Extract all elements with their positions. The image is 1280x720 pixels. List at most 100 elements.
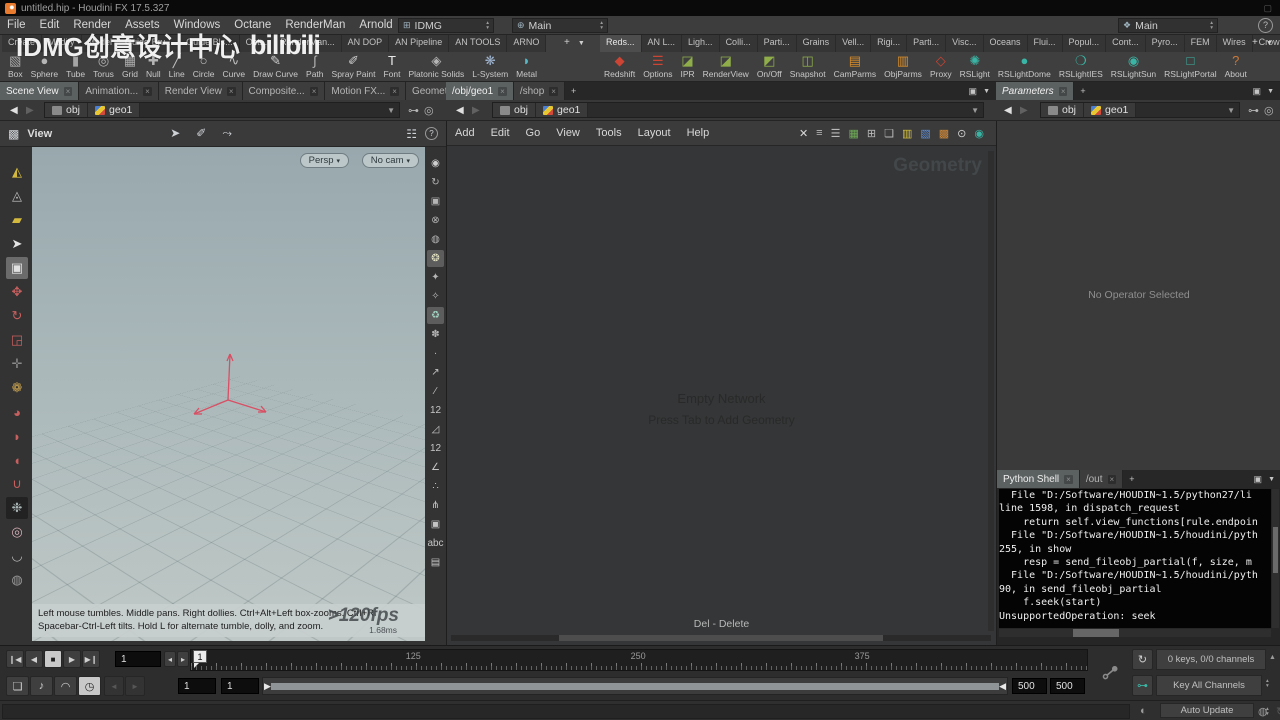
menu-item[interactable]: Edit (33, 19, 67, 31)
viewport-tool-button[interactable]: ∪ (6, 473, 28, 495)
viewport-tool-button[interactable]: ◬ (6, 185, 28, 207)
pane-tab[interactable]: /shop × (513, 82, 565, 100)
display-option-button[interactable]: ▣ (427, 516, 444, 533)
shelf-tab[interactable]: Ligh... (682, 35, 720, 52)
shelf-tab[interactable]: AN DOP (341, 35, 390, 52)
close-icon[interactable]: × (63, 86, 73, 96)
display-option-button[interactable]: 12 (427, 402, 444, 419)
menu-item[interactable]: Edit (483, 127, 518, 139)
network-vscrollbar[interactable] (988, 151, 994, 631)
shelf-tab[interactable]: Popul... (1062, 35, 1107, 52)
shelf-tab[interactable]: Vell... (836, 35, 872, 52)
display-option-button[interactable]: ∴ (427, 478, 444, 495)
display-option-button[interactable]: ✦ (427, 269, 444, 286)
key-channels-icon[interactable]: ⊶ (1132, 675, 1153, 696)
add-shelf-tab-icon[interactable]: + (1248, 35, 1262, 52)
menu-item[interactable]: RenderMan (278, 19, 352, 31)
menu-item[interactable]: Render (66, 19, 118, 31)
breadcrumb-geo1[interactable]: geo1 (88, 103, 141, 117)
collapse-icon[interactable]: ▲ (1269, 654, 1276, 661)
shelf-tab[interactable]: Oceans (983, 35, 1028, 52)
camera-selector[interactable]: No cam ▾ (361, 153, 419, 168)
viewport-tool-button[interactable]: ◭ (6, 161, 28, 183)
menu-item[interactable]: Help (679, 127, 718, 139)
pane-tab[interactable]: Render View × (158, 82, 243, 100)
python-shell-output[interactable]: File "D:/Software/HOUDIN~1.5/python27/li… (999, 489, 1271, 628)
network-toolbar-icon[interactable]: ▧ (916, 127, 934, 140)
network-toolbar-icon[interactable]: ▦ (844, 127, 862, 140)
viewport-tool-button[interactable]: ➤ (6, 233, 28, 255)
playback-option-button[interactable]: ♪ (30, 676, 53, 696)
display-option-button[interactable]: 12 (427, 440, 444, 457)
shelf-tab[interactable]: Grains (796, 35, 837, 52)
pane-tab[interactable]: /out × (1079, 470, 1124, 488)
spinner-icon[interactable]: ▴ ▾ (1266, 707, 1269, 716)
interrupt-icon[interactable]: ◐ (1140, 705, 1147, 717)
range-bar[interactable] (271, 683, 999, 690)
shelf-tool[interactable]: ✚ Null (142, 53, 165, 79)
network-toolbar-icon[interactable]: ◉ (970, 127, 988, 140)
shelf-menu-icon[interactable]: ▼ (574, 35, 589, 52)
pane-float-icon[interactable]: ▣ (1254, 474, 1263, 485)
viewport-tool-button[interactable]: ▰ (6, 209, 28, 231)
shelf-tool[interactable]: ◫ Snapshot (786, 53, 830, 79)
menu-item[interactable]: File (0, 19, 33, 31)
range-end2-field[interactable]: 500 (1050, 678, 1085, 694)
menu-item[interactable]: Go (518, 127, 549, 139)
shelf-tab[interactable]: Parti... (907, 35, 947, 52)
transport-button[interactable]: ▶❙ (82, 650, 100, 668)
path-dropdown-icon[interactable]: ▼ (1223, 106, 1239, 115)
new-tab-icon[interactable]: + (571, 86, 576, 96)
breadcrumb-obj[interactable]: obj (45, 103, 89, 117)
close-icon[interactable]: × (226, 86, 236, 96)
spinner-icon[interactable]: ▴ ▾ (600, 21, 603, 30)
pane-tab[interactable]: Composite... × (242, 82, 326, 100)
shelf-tool[interactable]: ◉ RSLightSun (1107, 53, 1160, 79)
pane-tab[interactable]: Python Shell × (997, 470, 1080, 488)
shelf-tool[interactable]: ● Sphere (27, 53, 62, 79)
shelf-tool[interactable]: ? About (1221, 53, 1251, 79)
menu-item[interactable]: Layout (630, 127, 679, 139)
shelf-tab[interactable]: AN Pipeline (389, 35, 450, 52)
pane-tab[interactable]: Motion FX... × (325, 82, 406, 100)
viewport-help-icon[interactable]: ? (425, 127, 438, 140)
shelf-tab[interactable]: Guide Bru... (119, 35, 181, 52)
shelf-tool[interactable]: ○ Circle (189, 53, 219, 79)
playback-option-button[interactable]: ◠ (54, 676, 77, 696)
display-option-button[interactable]: ∕ (427, 383, 444, 400)
menu-item[interactable]: Octane (227, 19, 278, 31)
scene-path-field[interactable]: obj geo1 ▼ (44, 102, 400, 118)
display-option-button[interactable]: abc (427, 535, 444, 552)
select-objects-icon[interactable]: ✐ (188, 126, 214, 141)
shelf-tool[interactable]: ◇ Proxy (926, 53, 956, 79)
display-option-button[interactable]: ◍ (427, 231, 444, 248)
breadcrumb-obj[interactable]: obj (493, 103, 537, 117)
network-hscrollbar[interactable] (451, 635, 991, 641)
network-toolbar-icon[interactable]: ⊙ (953, 127, 970, 140)
network-toolbar-icon[interactable]: ✕ (795, 127, 812, 140)
viewport-tool-button[interactable]: ◍ (6, 569, 28, 591)
close-icon[interactable]: × (549, 86, 558, 96)
forward-icon[interactable]: ▶ (26, 105, 34, 116)
viewport-tool-button[interactable]: ◕ (6, 401, 28, 423)
network-path-field[interactable]: obj geo1 ▼ (492, 102, 984, 118)
network-toolbar-icon[interactable]: ▥ (898, 127, 916, 140)
menu-item[interactable]: Windows (167, 19, 228, 31)
shelf-tab[interactable]: Reds... (600, 35, 642, 52)
range-left-handle[interactable]: ▶ (264, 681, 271, 692)
shelf-tab[interactable]: Flui... (1027, 35, 1063, 52)
range-nav-button[interactable]: ► (125, 676, 145, 696)
select-mode-icon[interactable]: ➤ (162, 126, 188, 141)
viewport-tool-button[interactable]: ❁ (6, 377, 28, 399)
back-icon[interactable]: ◀ (456, 105, 464, 116)
display-list-icon[interactable]: ☷ (398, 127, 425, 141)
back-icon[interactable]: ◀ (10, 105, 18, 116)
spinner-icon[interactable]: ▴ ▾ (1266, 679, 1269, 688)
target-icon[interactable]: ◎ (1264, 104, 1274, 117)
shelf-tab[interactable]: Rigi... (871, 35, 908, 52)
display-option-button[interactable]: ✧ (427, 288, 444, 305)
path-dropdown-icon[interactable]: ▼ (967, 106, 983, 115)
playback-option-button[interactable]: ❏ (6, 676, 29, 696)
prev-key-button[interactable]: ◂ (164, 651, 176, 667)
shelf-tool[interactable]: ◪ RenderView (699, 53, 753, 79)
